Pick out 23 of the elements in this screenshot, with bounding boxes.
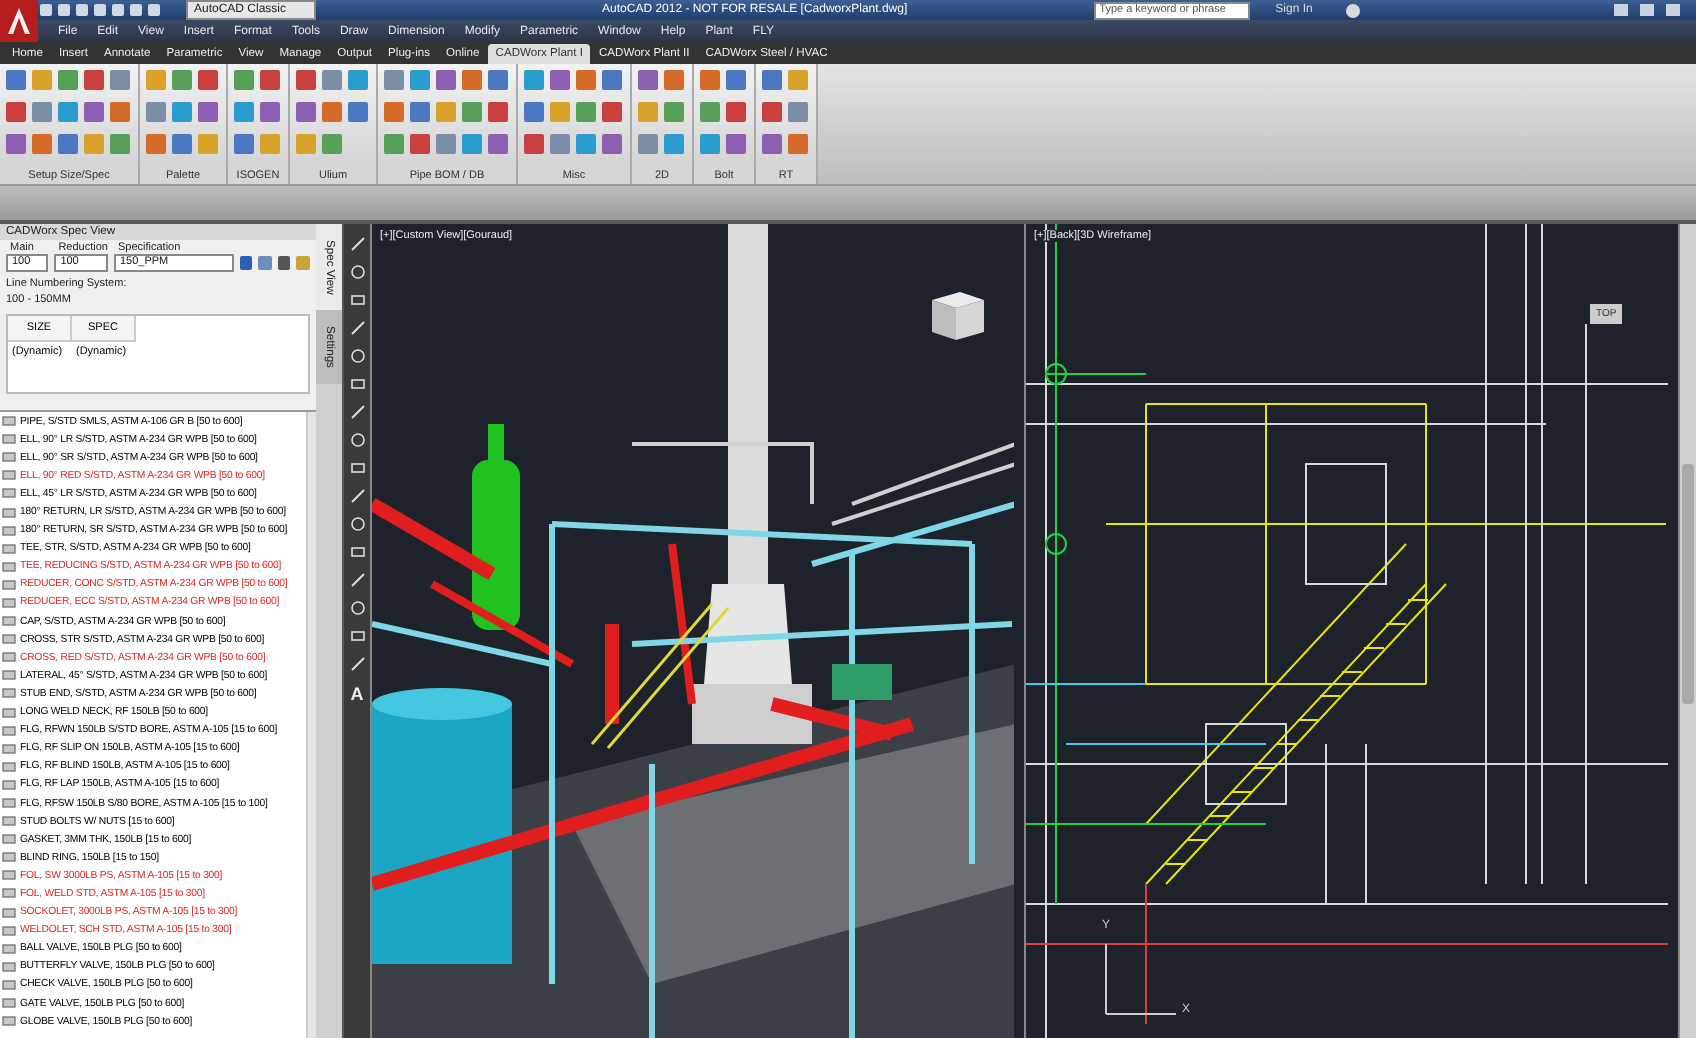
scrollbar-thumb[interactable] (1682, 464, 1694, 704)
rectangle-tool-icon[interactable] (349, 544, 365, 560)
scrollbar[interactable] (306, 412, 316, 1038)
circle-tool-icon[interactable] (349, 264, 365, 280)
circle-tool-icon[interactable] (349, 516, 365, 532)
line-tool-icon[interactable] (349, 236, 365, 252)
rectangle-tool-icon[interactable] (349, 376, 365, 392)
circle-tool-icon[interactable] (349, 348, 365, 364)
line-tool-icon[interactable] (349, 404, 365, 420)
rectangle-tool-icon[interactable] (349, 460, 365, 476)
help-icon[interactable] (1346, 3, 1361, 17)
text-tool-button[interactable]: A (350, 684, 364, 704)
circle-tool-icon[interactable] (349, 600, 365, 616)
maximize-button[interactable] (1640, 4, 1654, 16)
line-tool-icon[interactable] (349, 488, 365, 504)
close-button[interactable] (1666, 4, 1680, 16)
line-tool-icon[interactable] (349, 320, 365, 336)
circle-tool-icon[interactable] (349, 432, 365, 448)
rectangle-tool-icon[interactable] (349, 628, 365, 644)
line-tool-icon[interactable] (349, 572, 365, 588)
line-tool-icon[interactable] (349, 656, 365, 672)
rectangle-tool-icon[interactable] (349, 292, 365, 308)
minimize-button[interactable] (1614, 4, 1628, 16)
